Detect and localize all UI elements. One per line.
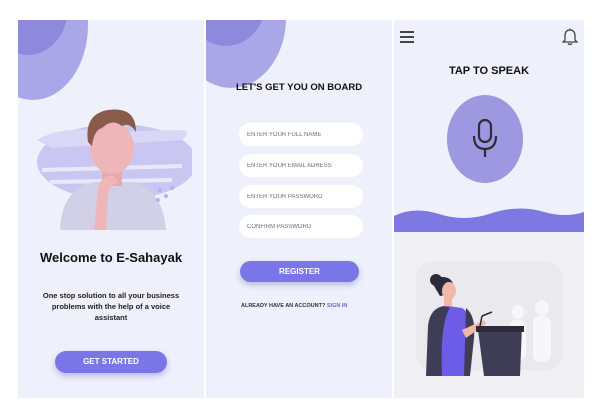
- tap-to-speak-screen: TAP TO SPEAK: [394, 20, 584, 398]
- microphone-button[interactable]: [447, 95, 523, 183]
- get-started-button[interactable]: GET STARTED: [55, 351, 167, 373]
- hamburger-menu-icon[interactable]: [400, 30, 414, 44]
- notification-bell-icon[interactable]: [562, 28, 578, 46]
- woman-speaking-illustration: [426, 274, 551, 376]
- register-title: LET'S GET YOU ON BOARD: [235, 82, 363, 93]
- welcome-screen: Welcome to E-Sahayak One stop solution t…: [18, 20, 204, 398]
- confirm-password-field[interactable]: [239, 215, 363, 238]
- thinking-person-illustration: [37, 109, 192, 230]
- microphone-icon: [472, 119, 498, 157]
- app-screens-canvas: Welcome to E-Sahayak One stop solution t…: [0, 0, 602, 414]
- tap-to-speak-title: TAP TO SPEAK: [448, 65, 530, 77]
- sign-in-link[interactable]: SIGN IN: [327, 303, 347, 309]
- register-button[interactable]: REGISTER: [240, 261, 359, 282]
- wave-divider: [394, 208, 584, 234]
- full-name-field[interactable]: [239, 123, 363, 146]
- welcome-title: Welcome to E-Sahayak: [39, 250, 183, 265]
- password-field[interactable]: [239, 185, 363, 208]
- email-field[interactable]: [239, 154, 363, 177]
- signin-prompt: ALREADY HAVE AN ACCOUNT? SIGN IN: [241, 303, 347, 309]
- have-account-text: ALREADY HAVE AN ACCOUNT?: [241, 303, 327, 309]
- welcome-subtitle: One stop solution to all your business p…: [42, 291, 180, 322]
- register-screen: LET'S GET YOU ON BOARD REGISTER ALREADY …: [206, 20, 392, 398]
